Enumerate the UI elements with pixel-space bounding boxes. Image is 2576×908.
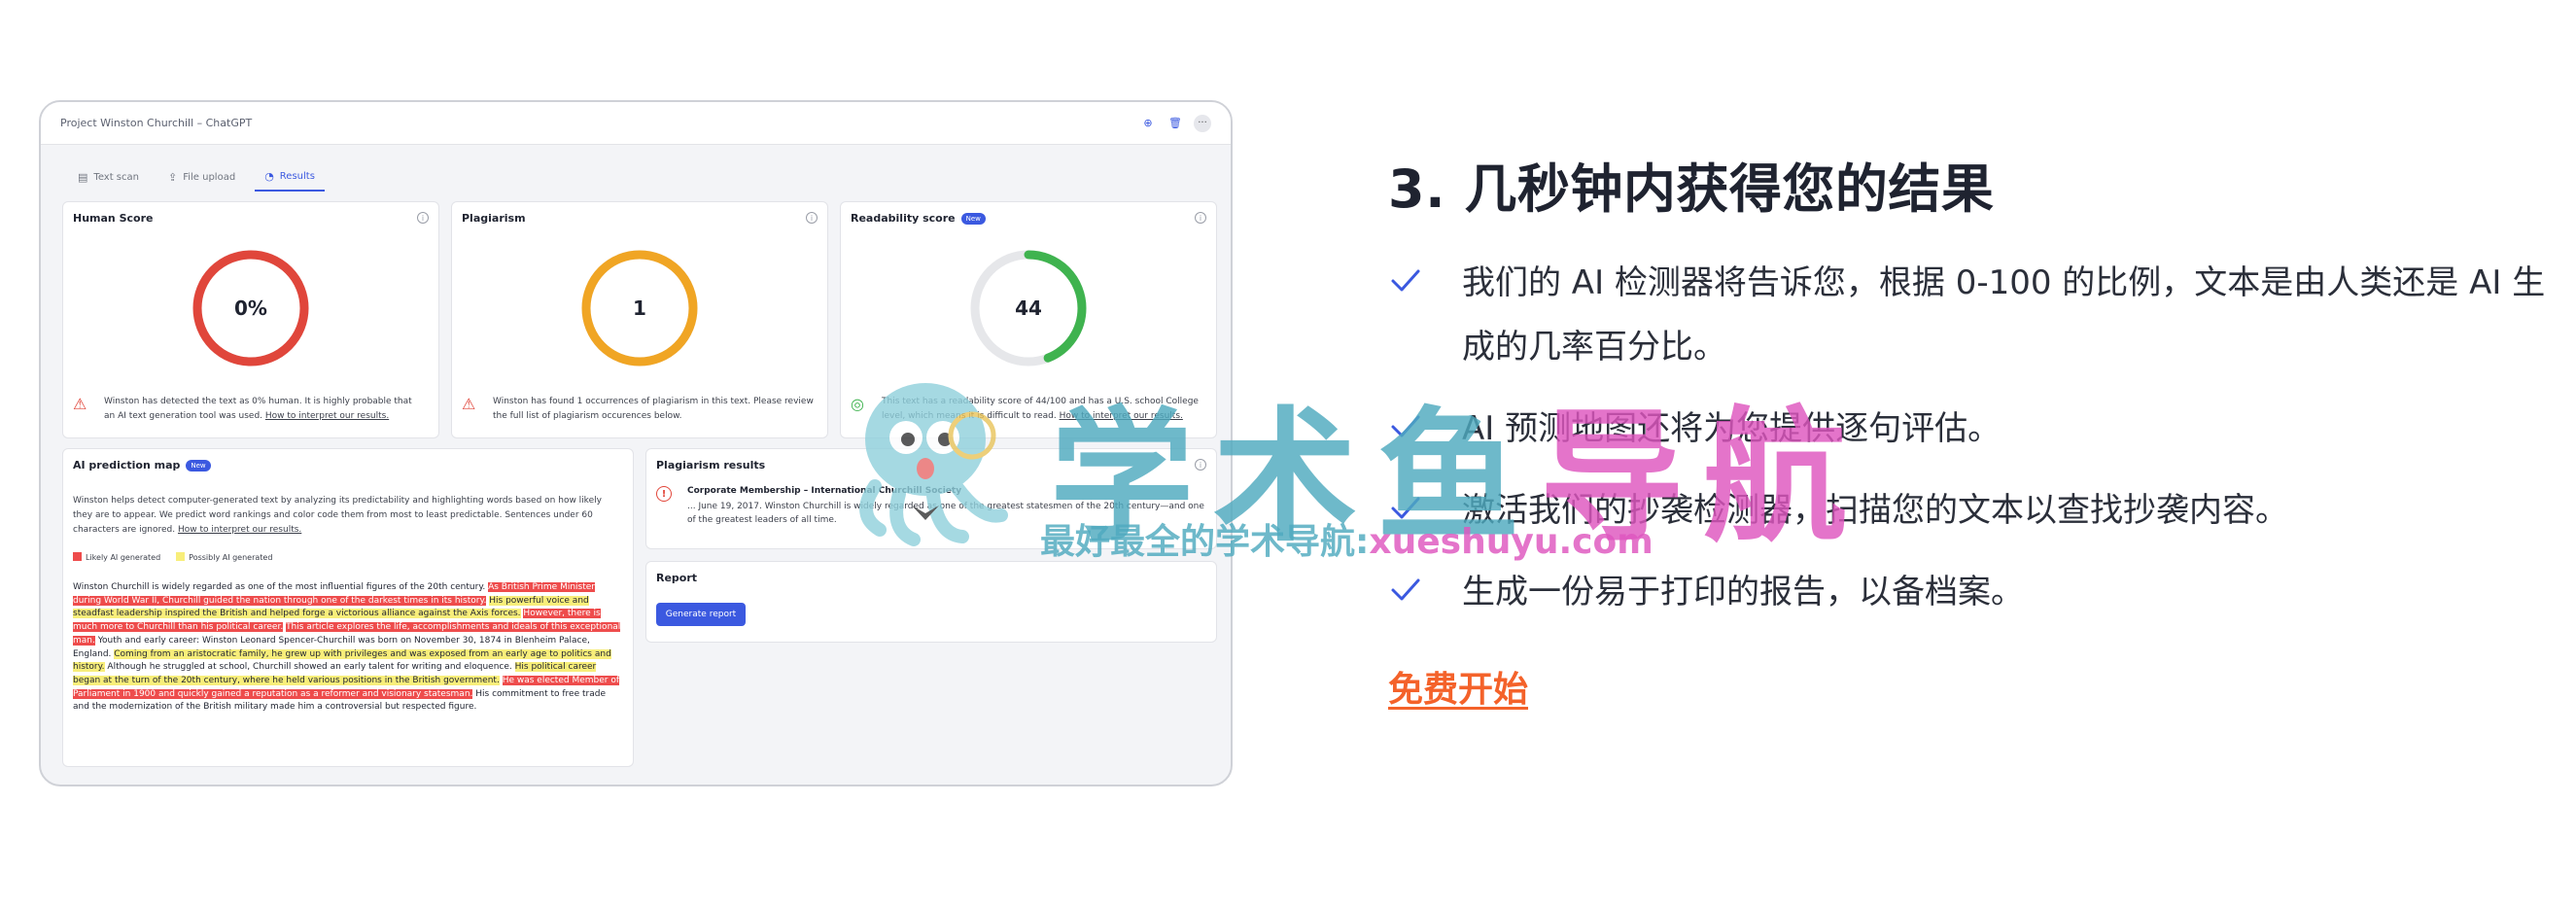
human-score-value: 0% xyxy=(234,297,267,320)
more-icon[interactable]: ··· xyxy=(1194,114,1211,132)
app-header: Project Winston Churchill – ChatGPT ⊕ 🗑 … xyxy=(41,102,1231,145)
start-free-link[interactable]: 免费开始 xyxy=(1388,661,1528,712)
trash-icon[interactable]: 🗑 xyxy=(1166,115,1184,132)
tab-label: Text scan xyxy=(93,171,139,183)
watermark-subtitle: 最好最全的学术导航:xueshuyu.com xyxy=(1040,522,1654,562)
tab-label: Results xyxy=(279,170,315,182)
card-title: Plagiarism results xyxy=(656,459,766,471)
upload-icon: ⇪ xyxy=(167,170,178,184)
human-score-card: Human Score i 0% ⚠ Winston has detected … xyxy=(62,201,439,438)
plagiarism-value: 1 xyxy=(633,297,646,320)
plagiarism-card: Plagiarism i 1 ⚠ Winston has found 1 occ… xyxy=(451,201,828,438)
info-icon[interactable]: i xyxy=(806,212,818,224)
info-icon[interactable]: i xyxy=(1195,212,1206,224)
add-icon[interactable]: ⊕ xyxy=(1139,115,1157,132)
warning-icon: ⚠ xyxy=(462,395,476,413)
section-heading: 3. 几秒钟内获得您的结果 xyxy=(1388,158,1995,220)
ai-prediction-map-card: AI prediction map New Winston helps detec… xyxy=(62,448,634,767)
legend-possibly: Possibly AI generated xyxy=(176,552,272,562)
alert-icon: ! xyxy=(656,486,672,502)
human-score-note: Winston has detected the text as 0% huma… xyxy=(104,397,412,421)
project-title: Project Winston Churchill – ChatGPT xyxy=(60,117,253,129)
tab-text-scan[interactable]: ▤ Text scan xyxy=(68,162,149,192)
watermark: 学术鱼导航 最好最全的学术导航:xueshuyu.com xyxy=(836,350,1847,574)
tab-file-upload[interactable]: ⇪ File upload xyxy=(158,162,245,192)
card-title: AI prediction map New xyxy=(73,459,211,471)
octopus-logo-icon xyxy=(859,383,1008,546)
human-score-ring: 0% xyxy=(188,245,314,371)
plagiarism-note: Winston has found 1 occurrences of plagi… xyxy=(493,397,814,421)
generate-report-button[interactable]: Generate report xyxy=(656,603,746,626)
tab-label: File upload xyxy=(183,171,236,183)
results-icon: ◔ xyxy=(264,169,274,183)
card-title: Report xyxy=(656,572,698,584)
text-segment: Winston Churchill is widely regarded as … xyxy=(73,582,489,592)
new-badge: New xyxy=(960,212,986,225)
card-title: Plagiarism xyxy=(462,212,526,225)
document-icon: ▤ xyxy=(78,170,88,184)
text-segment: Although he struggled at school, Churchi… xyxy=(104,662,515,673)
map-description: Winston helps detect computer-generated … xyxy=(73,496,602,535)
interpret-link[interactable]: How to interpret our results. xyxy=(265,411,389,421)
card-title: Human Score xyxy=(73,212,154,225)
interpret-link[interactable]: How to interpret our results. xyxy=(178,525,301,535)
warning-icon: ⚠ xyxy=(73,395,87,413)
check-icon xyxy=(1391,578,1420,601)
tab-bar: ▤ Text scan ⇪ File upload ◔ Results xyxy=(41,145,1231,199)
check-icon xyxy=(1391,269,1420,292)
new-badge: New xyxy=(186,459,211,471)
info-icon[interactable]: i xyxy=(417,212,429,224)
plagiarism-ring: 1 xyxy=(576,245,703,371)
header-actions: ⊕ 🗑 ··· xyxy=(1139,114,1211,132)
card-title: Readability score New xyxy=(851,212,986,225)
tab-results[interactable]: ◔ Results xyxy=(255,162,325,192)
analyzed-text: Winston Churchill is widely regarded as … xyxy=(73,581,621,715)
feature-section: 3. 几秒钟内获得您的结果 我们的 AI 检测器将告诉您，根据 0-100 的比… xyxy=(1388,146,2555,710)
map-legend: Likely AI generated Possibly AI generate… xyxy=(73,552,272,562)
legend-likely: Likely AI generated xyxy=(73,552,160,562)
